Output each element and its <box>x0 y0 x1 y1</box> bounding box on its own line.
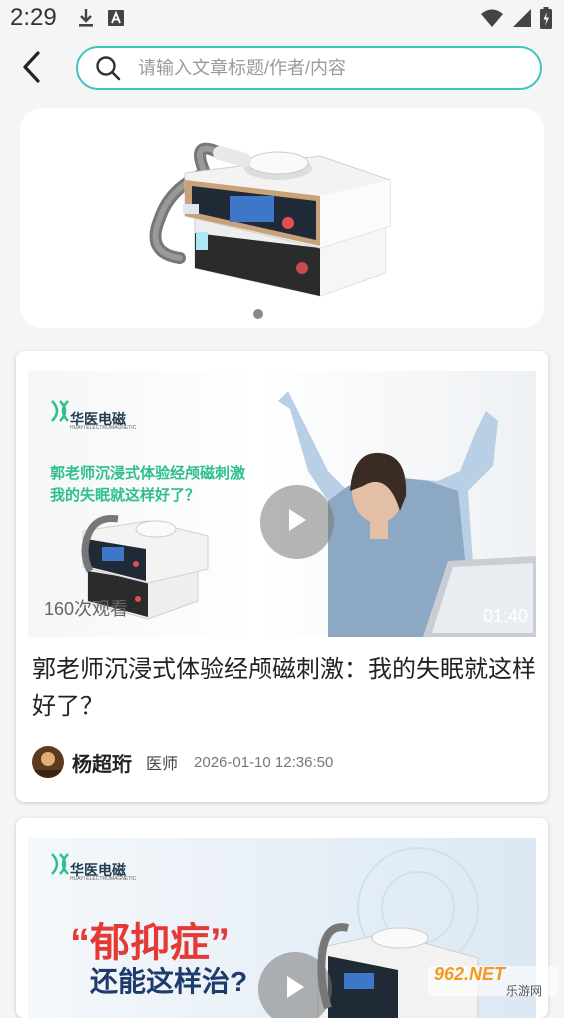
thumbnail-brand-sub: HUAYI ELECTROMAGNETIC <box>70 425 137 431</box>
avatar[interactable] <box>32 746 64 778</box>
text-app-icon <box>108 10 124 31</box>
banner-carousel[interactable] <box>20 108 544 328</box>
post-timestamp: 2026-01-10 12:36:50 <box>194 753 334 771</box>
article-meta: 杨超珩 医师 2026-01-10 12:36:50 <box>32 745 333 779</box>
article-thumbnail[interactable]: 华医电磁 HUAYI ELECTROMAGNETIC 郭老师沉浸式体验经颅磁刺激… <box>28 371 536 637</box>
thumbnail-caption-line2: 我的失眠就这样好了？ <box>50 487 201 504</box>
status-time: 2:29 <box>10 4 57 31</box>
author-name[interactable]: 杨超珩 <box>72 748 132 777</box>
carousel-indicator-dot <box>253 309 263 319</box>
play-button[interactable] <box>260 485 334 559</box>
view-count: 160次观看 <box>44 599 129 619</box>
signal-icon <box>512 8 532 33</box>
watermark-text-1: 962.NET <box>434 964 506 984</box>
thumbnail-brand-sub: HUAYI ELECTROMAGNETIC <box>70 876 137 882</box>
download-icon <box>78 8 94 33</box>
status-bar: 2:29 <box>0 0 564 38</box>
watermark-text-2: 乐游网 <box>506 984 543 998</box>
thumbnail-headline-2: 还能这样治? <box>90 966 248 997</box>
search-input[interactable] <box>136 56 520 80</box>
author-role: 医师 <box>146 756 179 773</box>
play-icon <box>284 974 306 1005</box>
thumbnail-caption-line1: 郭老师沉浸式体验经颅磁刺激 <box>50 465 246 482</box>
wifi-icon <box>480 8 504 33</box>
article-title[interactable]: 郭老师沉浸式体验经颅磁刺激：我的失眠就这样好了？ <box>32 651 536 725</box>
video-duration: 01:40 <box>482 606 528 626</box>
device-image <box>149 142 391 297</box>
search-icon <box>94 54 122 82</box>
article-card[interactable]: 华医电磁 HUAYI ELECTROMAGNETIC 郭老师沉浸式体验经颅磁刺激… <box>16 351 548 802</box>
play-button[interactable] <box>258 952 332 1018</box>
search-box[interactable] <box>76 46 542 90</box>
site-watermark: 962.NET 乐游网 <box>428 962 558 998</box>
battery-icon <box>540 7 552 34</box>
back-button[interactable] <box>14 50 48 89</box>
play-icon <box>286 507 308 538</box>
chevron-left-icon <box>20 50 42 89</box>
